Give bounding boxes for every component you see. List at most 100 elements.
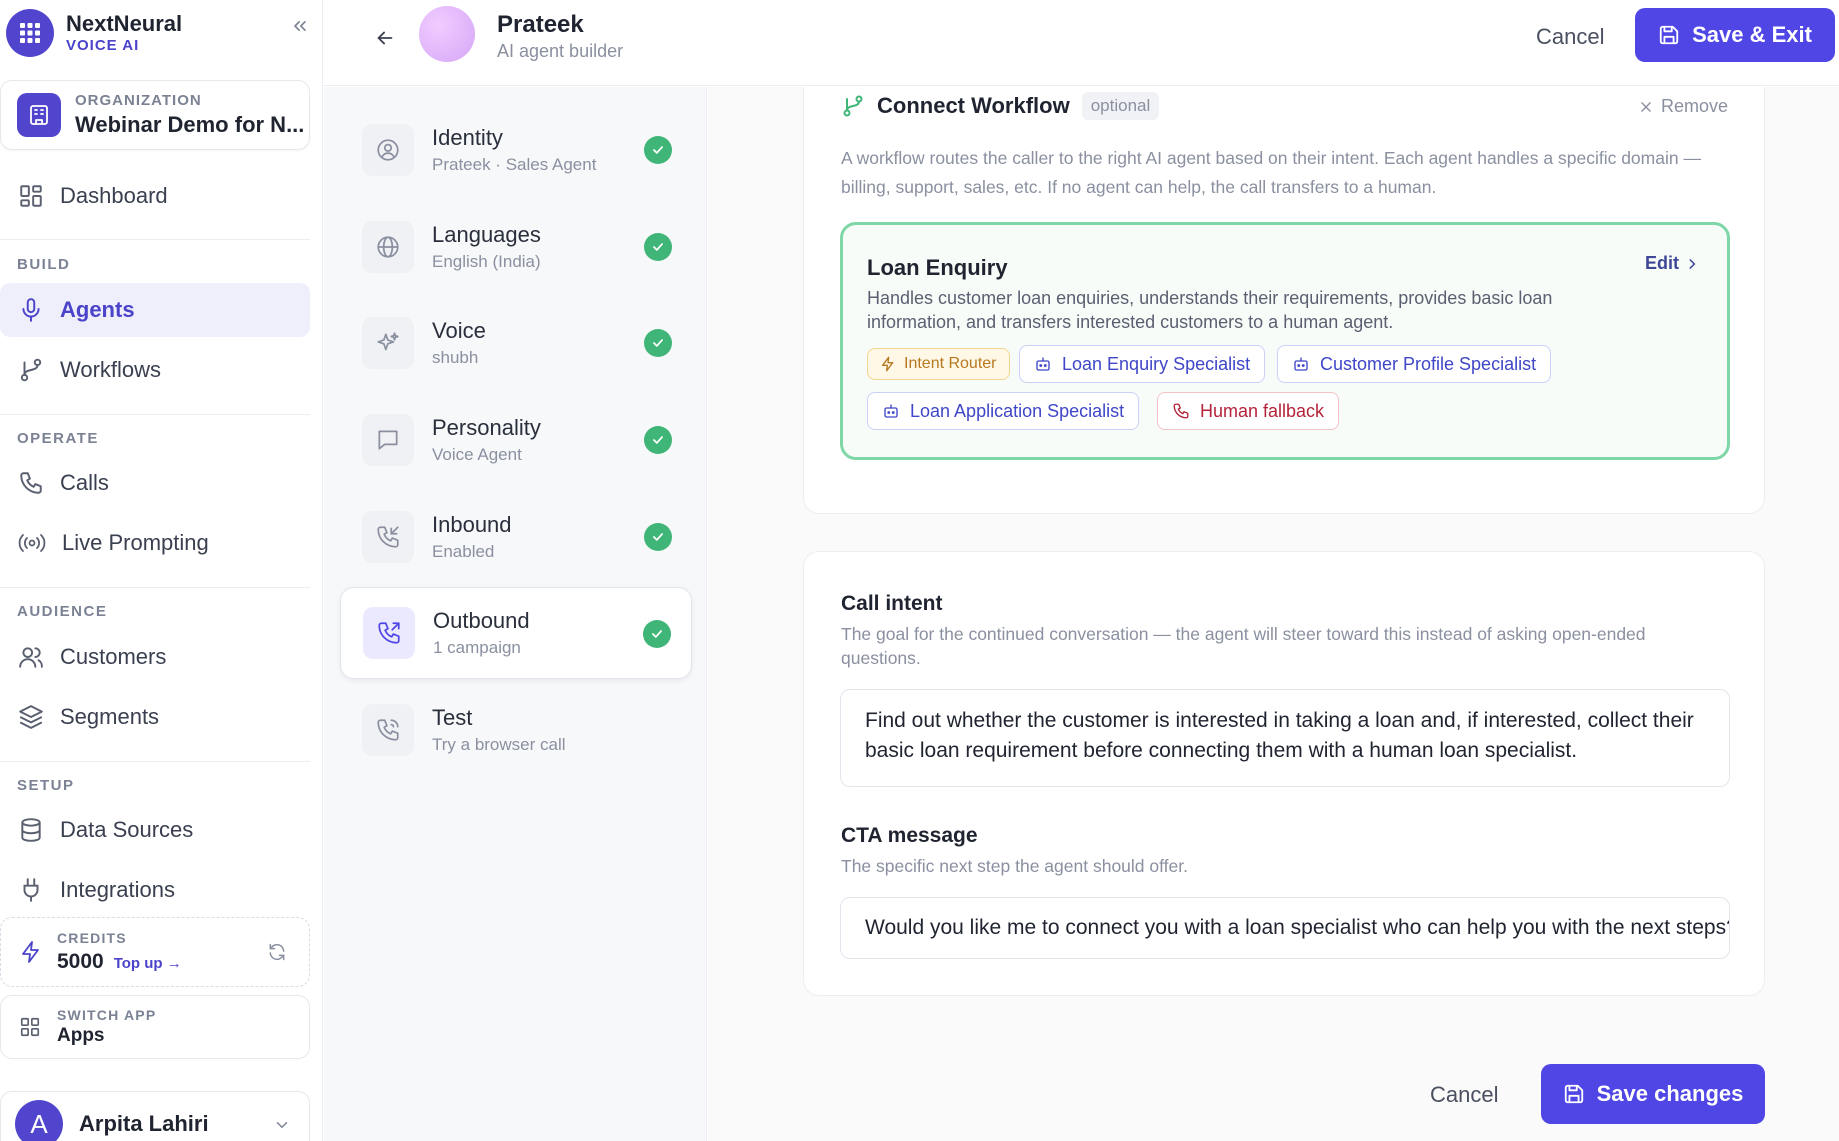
edit-workflow-link[interactable]: Edit: [1645, 253, 1699, 274]
selected-workflow-description: Handles customer loan enquiries, underst…: [867, 288, 1553, 332]
lightning-icon: [880, 356, 896, 372]
credits-label: CREDITS: [57, 930, 127, 946]
step-identity[interactable]: Identity Prateek · Sales Agent: [340, 104, 692, 196]
divider: [0, 587, 310, 588]
edit-label: Edit: [1645, 253, 1679, 273]
nav-label-data-sources: Data Sources: [60, 817, 194, 842]
user-menu[interactable]: A Arpita Lahiri: [0, 1091, 310, 1141]
remove-label: Remove: [1660, 96, 1728, 116]
call-intent-field[interactable]: Find out whether the customer is interes…: [840, 689, 1730, 787]
workflow-icon: [841, 94, 865, 118]
nav-item-workflows[interactable]: Workflows: [0, 343, 310, 397]
nav-label-agents: Agents: [60, 297, 135, 322]
brand: NextNeural VOICE AI: [6, 8, 316, 58]
nav-item-live-prompting[interactable]: Live Prompting: [0, 516, 310, 570]
user-circle-icon: [362, 124, 414, 176]
nav-item-segments[interactable]: Segments: [0, 690, 310, 744]
chip-intent-router: Intent Router: [867, 348, 1010, 380]
step-subtitle: Try a browser call: [432, 735, 566, 754]
credits-card: CREDITS 5000 Top up →: [0, 917, 310, 987]
section-title-operate: OPERATE: [17, 430, 99, 447]
chip-label: Loan Application Specialist: [910, 400, 1125, 421]
top-bar: Prateek AI agent builder Cancel Save & E…: [324, 0, 1839, 86]
step-personality[interactable]: Personality Voice Agent: [340, 394, 692, 486]
cancel-button[interactable]: Cancel: [1430, 1082, 1498, 1108]
save-changes-button[interactable]: Save changes: [1541, 1064, 1765, 1124]
nav-item-data-sources[interactable]: Data Sources: [0, 803, 310, 857]
grid-logo-icon: [6, 9, 54, 57]
step-title: Personality: [432, 415, 541, 440]
save-and-exit-button[interactable]: Save & Exit: [1635, 8, 1835, 62]
step-title: Voice: [432, 318, 486, 343]
chip-label: Loan Enquiry Specialist: [1062, 353, 1251, 374]
nav-label-calls: Calls: [60, 470, 109, 495]
refresh-icon[interactable]: [267, 942, 287, 962]
cta-message-field[interactable]: Would you like me to connect you with a …: [840, 897, 1730, 959]
step-inbound[interactable]: Inbound Enabled: [340, 491, 692, 583]
chip-loan-enquiry-specialist: Loan Enquiry Specialist: [1019, 345, 1266, 383]
back-arrow-icon[interactable]: [370, 23, 400, 53]
nav-item-dashboard[interactable]: Dashboard: [0, 169, 310, 223]
organization-name: Webinar Demo for N...: [75, 112, 305, 137]
switch-app-card[interactable]: SWITCH APP Apps: [0, 995, 310, 1059]
phone-icon: [1172, 402, 1190, 420]
selected-workflow[interactable]: Loan Enquiry Handles customer loan enqui…: [840, 222, 1730, 460]
chip-label: Human fallback: [1200, 400, 1325, 421]
bot-icon: [1292, 355, 1310, 373]
building-icon: [17, 93, 61, 137]
phone-call-icon: [362, 704, 414, 756]
nav-item-integrations[interactable]: Integrations: [0, 863, 310, 917]
top-up-link[interactable]: Top up →: [114, 955, 182, 972]
collapse-sidebar-icon[interactable]: [288, 14, 312, 38]
step-title: Inbound: [432, 512, 512, 537]
phone-incoming-icon: [362, 511, 414, 563]
brand-name: NextNeural: [66, 11, 183, 36]
cta-message-label: CTA message: [841, 824, 978, 847]
database-icon: [18, 817, 44, 843]
check-icon: [644, 523, 672, 551]
check-icon: [644, 136, 672, 164]
save-icon: [1658, 24, 1680, 46]
chevron-right-icon: [1685, 257, 1699, 271]
lightning-icon: [19, 940, 43, 964]
organization-switcher[interactable]: ORGANIZATION Webinar Demo for N...: [0, 80, 310, 150]
sidebar: NextNeural VOICE AI ORGANIZATION Webinar…: [0, 0, 323, 1141]
step-title: Identity: [432, 125, 503, 150]
step-subtitle: English (India): [432, 252, 541, 271]
section-title-audience: AUDIENCE: [17, 603, 108, 620]
nav-item-agents[interactable]: Agents: [0, 283, 310, 337]
call-intent-card: Call intent The goal for the continued c…: [803, 551, 1765, 996]
plug-icon: [18, 877, 44, 903]
check-icon: [644, 426, 672, 454]
check-icon: [644, 329, 672, 357]
nav-label-workflows: Workflows: [60, 357, 162, 382]
agent-subtitle: AI agent builder: [497, 41, 624, 61]
globe-icon: [362, 221, 414, 273]
step-voice[interactable]: Voice shubh: [340, 297, 692, 389]
step-subtitle: 1 campaign: [433, 638, 521, 657]
cancel-button[interactable]: Cancel: [1536, 24, 1604, 50]
step-outbound[interactable]: Outbound 1 campaign: [340, 587, 692, 679]
call-intent-help: The goal for the continued conversation …: [841, 624, 1646, 668]
sparkles-icon: [362, 317, 414, 369]
credits-value: 5000: [57, 950, 104, 973]
bot-icon: [882, 402, 900, 420]
chip-loan-application-specialist: Loan Application Specialist: [867, 392, 1140, 430]
nav-item-customers[interactable]: Customers: [0, 630, 310, 684]
nav-label-customers: Customers: [60, 644, 167, 669]
section-title-setup: SETUP: [17, 777, 75, 794]
avatar: A: [15, 1100, 63, 1141]
workflow-description: A workflow routes the caller to the righ…: [841, 148, 1701, 197]
workflow-icon: [18, 357, 44, 383]
agent-avatar: [419, 6, 475, 62]
layers-icon: [18, 704, 44, 730]
nav-item-calls[interactable]: Calls: [0, 456, 310, 510]
step-title: Languages: [432, 222, 541, 247]
step-test[interactable]: Test Try a browser call: [340, 684, 692, 776]
remove-workflow-button[interactable]: Remove: [1639, 96, 1728, 117]
phone-icon: [18, 470, 44, 496]
optional-badge: optional: [1081, 92, 1160, 120]
agent-name: Prateek: [497, 11, 584, 38]
builder-steps: Identity Prateek · Sales Agent Languages…: [324, 87, 707, 1141]
step-languages[interactable]: Languages English (India): [340, 201, 692, 293]
